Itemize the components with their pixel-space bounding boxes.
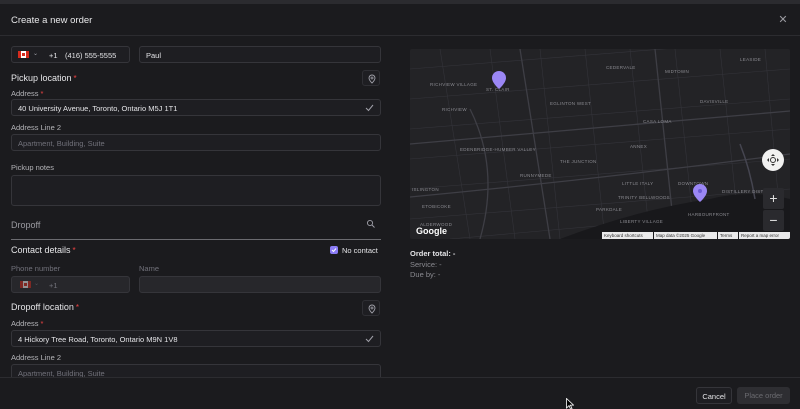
pickup-address-value: 40 University Avenue, Toronto, Ontario M…: [18, 104, 178, 113]
terms-link[interactable]: Terms: [718, 232, 738, 239]
dropoff-phone-field[interactable]: ⌄ +1: [11, 276, 130, 293]
map-label: EDENBRIDGE-HUMBER VALLEY: [460, 147, 536, 152]
dropoff-phone-country-code: +1: [49, 281, 58, 290]
dropoff-search-button[interactable]: [362, 216, 380, 232]
service-value: Service: -: [410, 260, 442, 269]
map-label: CASA LOMA: [643, 119, 672, 124]
dropoff-address-label: Address *: [11, 319, 44, 328]
dropoff-name-field[interactable]: [139, 276, 381, 293]
phone-country-code: +1: [49, 51, 58, 60]
contact-details-title: Contact details *: [11, 245, 76, 255]
dropoff-location-pin-button[interactable]: [362, 300, 380, 316]
dropoff-address-input[interactable]: 4 Hickory Tree Road, Toronto, Ontario M9…: [11, 330, 381, 347]
pickup-location-pin-button[interactable]: [362, 70, 380, 86]
map-label: CEDERVALE: [606, 65, 636, 70]
dropoff-divider: [11, 239, 381, 240]
canada-flag-icon: [20, 281, 31, 288]
pickup-name-field[interactable]: Paul: [139, 46, 381, 63]
pickup-address-label: Address *: [11, 89, 44, 98]
pickup-notes-textarea[interactable]: [11, 175, 381, 206]
chevron-down-icon[interactable]: ⌄: [33, 50, 38, 57]
recenter-button[interactable]: [762, 149, 784, 171]
report-map-error-link[interactable]: Report a map error: [739, 232, 790, 239]
dropoff-line2-placeholder: Apartment, Building, Suite: [18, 369, 105, 377]
map-pin-icon: [368, 74, 376, 84]
map-label: MIDTOWN: [665, 69, 690, 74]
no-contact-checkbox[interactable]: [330, 246, 338, 254]
map-label: LEASIDE: [740, 57, 762, 62]
close-icon[interactable]: ✕: [778, 15, 788, 26]
mouse-cursor-icon: [566, 398, 574, 409]
map-label: EGLINTON WEST: [550, 101, 592, 106]
checkmark-icon: [331, 248, 337, 253]
place-order-button[interactable]: Place order: [737, 387, 790, 404]
dropoff-name-label: Name: [139, 264, 160, 273]
cancel-button[interactable]: Cancel: [696, 387, 732, 404]
map-view[interactable]: RICHVIEW ST. CLAIR CEDERVALE MIDTOWN LEA…: [410, 49, 790, 239]
map-label: LITTLE ITALY: [622, 181, 654, 186]
modal-title: Create a new order: [11, 15, 93, 26]
keyboard-shortcuts-link[interactable]: Keyboard shortcuts: [602, 232, 653, 239]
map-pin-icon: [368, 304, 376, 314]
dropoff-line2-input[interactable]: Apartment, Building, Suite: [11, 364, 381, 377]
map-label: ISLINGTON: [412, 187, 439, 192]
map-label: ANNEX: [630, 144, 648, 149]
search-icon: [366, 219, 375, 228]
order-form: ⌄ +1 (416) 555-5555 Paul Pickup location…: [0, 37, 392, 377]
map-label: RUNNYMEDE: [520, 173, 552, 178]
due-by-value: Due by: -: [410, 270, 441, 279]
modal-footer: Cancel Place order: [0, 377, 800, 409]
google-logo: Google: [416, 226, 447, 236]
canada-flag-icon: [18, 51, 29, 58]
pickup-phone-field[interactable]: ⌄ +1 (416) 555-5555: [11, 46, 130, 63]
zoom-out-button[interactable]: −: [763, 210, 784, 231]
dropoff-line2-label: Address Line 2: [11, 353, 62, 362]
move-arrows-icon: [767, 154, 779, 166]
map-label: THE JUNCTION: [560, 159, 597, 164]
pickup-line2-label: Address Line 2: [11, 123, 62, 132]
phone-number-value: (416) 555-5555: [65, 51, 117, 60]
map-label: ETOBICOKE: [422, 204, 451, 209]
chevron-down-icon[interactable]: ⌄: [34, 280, 39, 287]
dropoff-title: Dropoff: [11, 220, 41, 230]
pickup-address-input[interactable]: 40 University Avenue, Toronto, Ontario M…: [11, 99, 381, 116]
zoom-in-button[interactable]: +: [763, 188, 784, 209]
pickup-line2-placeholder: Apartment, Building, Suite: [18, 139, 105, 148]
dropoff-phone-label: Phone number: [11, 264, 61, 273]
check-icon: [365, 335, 374, 343]
map-label: LIBERTY VILLAGE: [620, 219, 664, 224]
map-label: RICHVIEW: [442, 107, 467, 112]
pickup-location-title: Pickup location *: [11, 73, 77, 83]
pickup-notes-label: Pickup notes: [11, 163, 54, 172]
order-total: Order total: -: [410, 249, 456, 258]
map-label: TRINITY BELLWOODS: [618, 195, 670, 200]
map-label: HARBOURFRONT: [688, 212, 730, 217]
map-label: PARKDALE: [596, 207, 623, 212]
check-icon: [365, 104, 374, 112]
create-order-modal: Create a new order ✕ ⌄ +1 (416) 555-5555…: [0, 4, 800, 409]
map-label: RICHVIEW VILLAGE: [430, 82, 478, 87]
pickup-line2-input[interactable]: Apartment, Building, Suite: [11, 134, 381, 151]
modal-header: Create a new order ✕: [0, 4, 800, 36]
map-label: DAVISVILLE: [700, 99, 729, 104]
dropoff-location-title: Dropoff location *: [11, 302, 79, 312]
pickup-map-marker-icon[interactable]: [492, 71, 506, 89]
dropoff-address-value: 4 Hickory Tree Road, Toronto, Ontario M9…: [18, 335, 178, 344]
pickup-name-value: Paul: [146, 51, 162, 60]
no-contact-label: No contact: [342, 246, 378, 255]
dropoff-map-marker-icon[interactable]: [693, 184, 707, 202]
map-data-credit: Map data ©2025 Google: [654, 232, 717, 239]
